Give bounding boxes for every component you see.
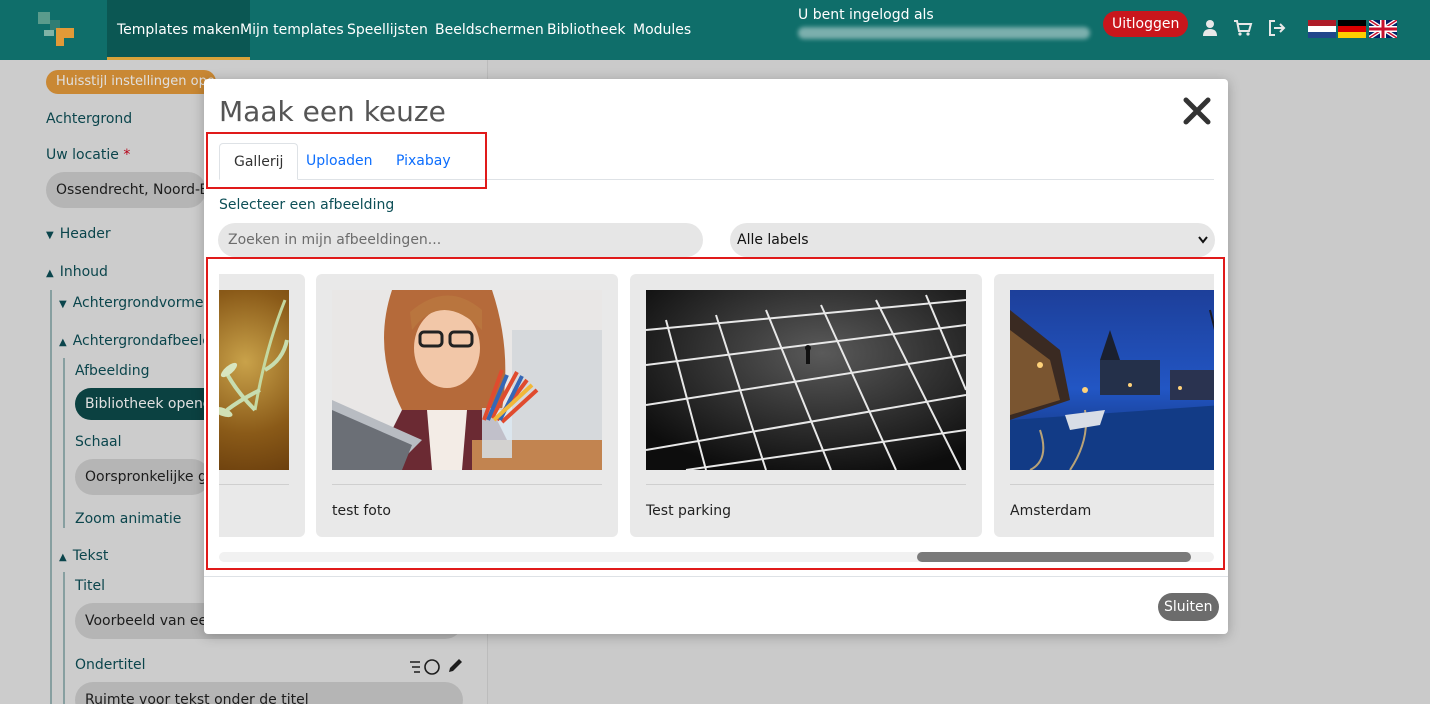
nav-templates-maken[interactable]: Templates maken <box>107 0 250 60</box>
cart-icon[interactable] <box>1233 18 1253 38</box>
top-navbar: Templates maken Mijn templates Speellijs… <box>0 0 1430 60</box>
user-icon[interactable] <box>1200 18 1220 38</box>
gallery-highlight <box>206 257 1225 570</box>
modal-footer-divider <box>204 576 1228 577</box>
close-button[interactable]: Sluiten <box>1158 593 1219 621</box>
select-image-label: Selecteer een afbeelding <box>219 197 395 213</box>
choose-image-modal: Maak een keuze Gallerij Uploaden Pixabay… <box>204 79 1228 634</box>
de-flag-icon[interactable] <box>1338 20 1366 38</box>
labels-select[interactable]: Alle labels <box>730 223 1215 257</box>
labels-select-value: Alle labels <box>737 232 809 248</box>
nl-flag-icon[interactable] <box>1308 20 1336 38</box>
logout-button[interactable]: Uitloggen <box>1103 11 1189 37</box>
login-email-blurred <box>798 27 1090 39</box>
nav-speellijsten[interactable]: Speellijsten <box>347 0 428 60</box>
image-search-input[interactable] <box>218 223 703 257</box>
chevron-down-icon <box>1198 236 1208 244</box>
nav-beeldschermen[interactable]: Beeldschermen <box>435 0 544 60</box>
modal-title: Maak een keuze <box>219 95 446 128</box>
nav-modules[interactable]: Modules <box>633 0 691 60</box>
nav-bibliotheek[interactable]: Bibliotheek <box>547 0 625 60</box>
logo[interactable] <box>32 8 78 52</box>
login-label: U bent ingelogd als <box>798 7 934 23</box>
tabs-highlight <box>206 132 487 189</box>
nav-mijn-templates[interactable]: Mijn templates <box>240 0 344 60</box>
uk-flag-icon[interactable] <box>1369 20 1397 38</box>
close-icon[interactable] <box>1181 95 1213 127</box>
signout-icon[interactable] <box>1267 18 1287 38</box>
